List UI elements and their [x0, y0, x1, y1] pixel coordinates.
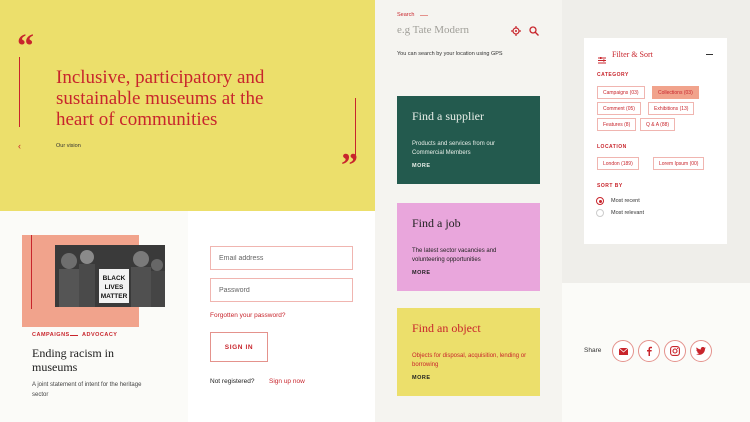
search-hint: You can search by your location using GP… — [397, 51, 503, 57]
search-input[interactable] — [397, 21, 507, 39]
tag-campaigns[interactable]: CAMPAIGNS — [32, 332, 70, 338]
radio-most-relevant[interactable] — [596, 209, 604, 217]
location-target-icon[interactable] — [511, 23, 521, 36]
article-card[interactable]: BLACK LIVES MATTER CAMPAIGNS ADVOCACY En… — [0, 211, 188, 422]
password-field[interactable] — [210, 278, 353, 302]
divider — [19, 57, 20, 127]
divider — [420, 15, 428, 16]
more-link[interactable]: MORE — [412, 375, 431, 381]
vision-heading: Inclusive, participatory and sustainable… — [56, 67, 265, 130]
chip-collections[interactable]: Collections (03) — [652, 86, 699, 99]
filter-panel: Filter & Sort CATEGORY Campaigns (03) Co… — [584, 38, 727, 244]
article-description: A joint statement of intent for the heri… — [32, 382, 142, 398]
more-link[interactable]: MORE — [412, 270, 431, 276]
not-registered-text: Not registered? — [210, 378, 255, 385]
protest-photo-illustration: BLACK LIVES MATTER — [55, 245, 165, 307]
chip-features[interactable]: Features (8) — [597, 118, 637, 131]
divider — [31, 235, 32, 309]
instagram-icon[interactable] — [664, 340, 686, 362]
signin-form: Forgotten your password? SIGN IN Not reg… — [188, 211, 375, 422]
svg-text:LIVES: LIVES — [105, 284, 124, 291]
collapse-icon[interactable] — [706, 54, 713, 55]
email-field[interactable] — [210, 246, 353, 270]
chip-london[interactable]: London (189) — [597, 157, 639, 170]
card-title: Find an object — [412, 321, 481, 335]
chip-campaigns[interactable]: Campaigns (03) — [597, 86, 645, 99]
find-job-card[interactable]: Find a job The latest sector vacancies a… — [397, 203, 540, 291]
chip-comment[interactable]: Comment (05) — [597, 102, 641, 115]
mail-icon[interactable] — [612, 340, 634, 362]
card-text: Products and services from our Commercia… — [412, 141, 496, 156]
search-column: Search You can search by your location u… — [375, 0, 562, 422]
chip-lorem-ipsum[interactable]: Lorem Ipsum (00) — [653, 157, 705, 170]
signin-button[interactable]: SIGN IN — [210, 332, 268, 362]
chip-exhibitions[interactable]: Exhibitions (13) — [648, 102, 695, 115]
card-title: Find a supplier — [412, 109, 484, 123]
radio-most-recent[interactable] — [596, 197, 604, 205]
forgot-password-link[interactable]: Forgotten your password? — [210, 312, 286, 319]
radio-label: Most recent — [611, 198, 640, 204]
svg-text:BLACK: BLACK — [103, 275, 126, 282]
share-label: Share — [584, 347, 602, 354]
find-object-card[interactable]: Find an object Objects for disposal, acq… — [397, 308, 540, 396]
card-title: Find a job — [412, 216, 461, 230]
article-title[interactable]: Ending racism in museums — [32, 346, 142, 374]
password-input[interactable] — [211, 279, 352, 302]
tag-advocacy[interactable]: ADVOCACY — [82, 332, 117, 338]
facebook-icon[interactable] — [638, 340, 660, 362]
email-input[interactable] — [211, 247, 352, 270]
small-marker-icon: ‹ — [18, 141, 21, 151]
twitter-icon[interactable] — [690, 340, 712, 362]
search-icon[interactable] — [529, 23, 539, 36]
close-quote-icon: ” — [341, 147, 358, 184]
filter-icon — [598, 51, 606, 64]
find-supplier-card[interactable]: Find a supplier Products and services fr… — [397, 96, 540, 184]
search-field[interactable] — [397, 20, 507, 39]
filter-column: Filter & Sort CATEGORY Campaigns (03) Co… — [562, 0, 750, 422]
tag-separator — [70, 335, 78, 336]
card-text: Objects for disposal, acquisition, lendi… — [412, 353, 527, 368]
vision-panel: “ ‹ Inclusive, participatory and sustain… — [0, 0, 375, 211]
svg-text:MATTER: MATTER — [101, 293, 128, 300]
radio-label: Most relevant — [611, 210, 645, 216]
signup-link[interactable]: Sign up now — [269, 378, 305, 385]
filter-title: Filter & Sort — [612, 50, 653, 59]
vision-subtitle: Our vision — [56, 143, 81, 149]
card-text: The latest sector vacancies and voluntee… — [412, 248, 497, 263]
chip-qa[interactable]: Q & A (88) — [640, 118, 676, 131]
more-link[interactable]: MORE — [412, 163, 431, 169]
article-photo[interactable]: BLACK LIVES MATTER — [55, 245, 165, 307]
category-label: CATEGORY — [597, 72, 629, 78]
sort-label: SORT BY — [597, 183, 623, 189]
location-label: LOCATION — [597, 144, 627, 150]
search-label: Search — [397, 12, 415, 18]
